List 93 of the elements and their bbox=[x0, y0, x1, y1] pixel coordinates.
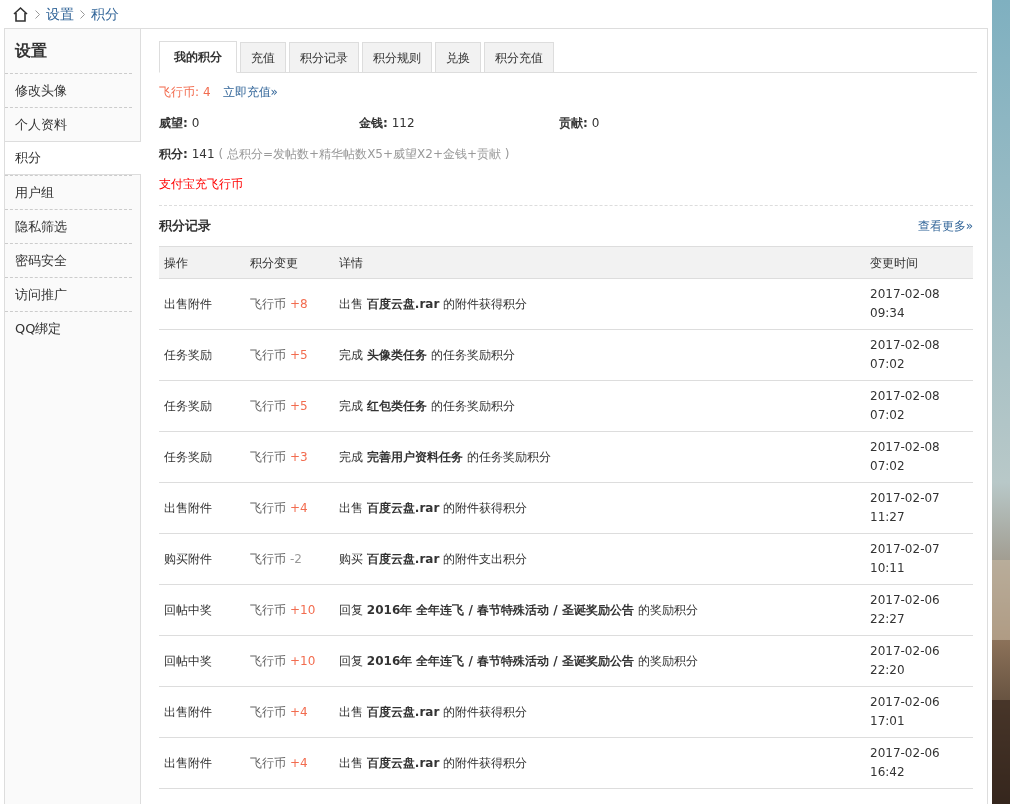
stat-text: 威望: 0 bbox=[159, 115, 201, 132]
tab[interactable]: 积分记录 bbox=[289, 42, 359, 72]
alipay-link[interactable]: 支付宝充飞行币 bbox=[159, 173, 243, 195]
tab[interactable]: 兑换 bbox=[435, 42, 481, 72]
currency-label: 飞行币 bbox=[250, 704, 286, 721]
tab[interactable]: 积分充值 bbox=[484, 42, 554, 72]
date-text: 2017-02-08 bbox=[870, 286, 941, 303]
chevron-icon bbox=[80, 9, 85, 19]
time-text: 07:02 bbox=[870, 458, 906, 475]
tab[interactable]: 积分规则 bbox=[362, 42, 432, 72]
detail-text: 出售 百度云盘.rar 的附件获得积分 bbox=[339, 755, 529, 772]
currency-label: 飞行币 bbox=[250, 347, 286, 364]
detail-text: 完成 头像类任务 的任务奖励积分 bbox=[339, 347, 516, 364]
time-text: 22:20 bbox=[870, 662, 906, 679]
chevron-icon bbox=[35, 9, 40, 19]
date-text: 2017-02-06 bbox=[870, 592, 941, 609]
detail-text: 购买 百度云盘.rar 的附件支出积分 bbox=[339, 551, 529, 568]
points-change: -2 bbox=[290, 551, 302, 568]
date-text: 2017-02-07 bbox=[870, 490, 941, 507]
points-change: +4 bbox=[290, 704, 308, 721]
total-points: 积分: 141 bbox=[159, 146, 215, 163]
points-change: +5 bbox=[290, 347, 308, 364]
time-text: 09:34 bbox=[870, 305, 906, 322]
time-text: 22:27 bbox=[870, 611, 906, 628]
breadcrumb-link[interactable]: 设置 bbox=[46, 3, 74, 25]
formula-text: ( 总积分=发帖数+精华帖数X5+威望X2+金钱+贡献 ) bbox=[218, 146, 510, 163]
points-change: +5 bbox=[290, 398, 308, 415]
coin-balance: 飞行币: 4 bbox=[159, 84, 211, 101]
column-header: 操作 bbox=[163, 254, 189, 272]
currency-label: 飞行币 bbox=[250, 755, 286, 772]
recharge-link[interactable]: 立即充值» bbox=[222, 83, 278, 101]
detail-text: 完成 红包类任务 的任务奖励积分 bbox=[339, 398, 516, 415]
table-cell-text: 任务奖励 bbox=[163, 347, 213, 364]
table-cell-text: 出售附件 bbox=[163, 704, 213, 721]
tab[interactable]: 充值 bbox=[240, 42, 286, 72]
table-cell-text: 出售附件 bbox=[163, 296, 213, 313]
sidebar-item[interactable]: 隐私筛选 bbox=[5, 209, 132, 243]
table-cell-text: 出售附件 bbox=[163, 755, 213, 772]
section-title: 积分记录 bbox=[159, 217, 211, 236]
detail-text: 回复 2016年 全年连飞 / 春节特殊活动 / 圣诞奖励公告 的奖励积分 bbox=[339, 653, 699, 670]
date-text: 2017-02-08 bbox=[870, 439, 941, 456]
view-more-link[interactable]: 查看更多» bbox=[917, 217, 973, 235]
table-cell-text: 购买附件 bbox=[163, 551, 213, 568]
currency-label: 飞行币 bbox=[250, 296, 286, 313]
date-text: 2017-02-07 bbox=[870, 541, 941, 558]
currency-label: 飞行币 bbox=[250, 398, 286, 415]
currency-label: 飞行币 bbox=[250, 500, 286, 517]
sidebar-item[interactable]: 密码安全 bbox=[5, 243, 132, 277]
table-cell-text: 出售附件 bbox=[163, 500, 213, 517]
tab[interactable]: 我的积分 bbox=[159, 41, 237, 73]
sidebar-item[interactable]: 用户组 bbox=[5, 175, 132, 209]
table-cell-text: 回帖中奖 bbox=[163, 602, 213, 619]
points-change: +8 bbox=[290, 296, 308, 313]
points-change: +10 bbox=[290, 602, 316, 619]
breadcrumb-link[interactable]: 积分 bbox=[91, 3, 119, 25]
detail-text: 出售 百度云盘.rar 的附件获得积分 bbox=[339, 296, 529, 313]
table-cell-text: 任务奖励 bbox=[163, 449, 213, 466]
currency-label: 飞行币 bbox=[250, 602, 286, 619]
date-text: 2017-02-06 bbox=[870, 694, 941, 711]
points-change: +4 bbox=[290, 500, 308, 517]
date-text: 2017-02-06 bbox=[870, 745, 941, 762]
detail-text: 出售 百度云盘.rar 的附件获得积分 bbox=[339, 704, 529, 721]
time-text: 16:42 bbox=[870, 764, 906, 781]
sidebar-title: 设置 bbox=[13, 40, 48, 62]
stat-text: 贡献: 0 bbox=[559, 115, 601, 132]
table-cell-text: 任务奖励 bbox=[163, 398, 213, 415]
home-icon[interactable] bbox=[12, 6, 29, 22]
time-text: 11:27 bbox=[870, 509, 906, 526]
detail-text: 回复 2016年 全年连飞 / 春节特殊活动 / 圣诞奖励公告 的奖励积分 bbox=[339, 602, 699, 619]
sidebar-item[interactable]: 修改头像 bbox=[5, 73, 132, 107]
currency-label: 飞行币 bbox=[250, 653, 286, 670]
currency-label: 飞行币 bbox=[250, 551, 286, 568]
points-change: +3 bbox=[290, 449, 308, 466]
column-header: 积分变更 bbox=[250, 254, 299, 272]
column-header: 详情 bbox=[339, 254, 364, 272]
detail-text: 完成 完善用户资料任务 的任务奖励积分 bbox=[339, 449, 552, 466]
points-change: +10 bbox=[290, 653, 316, 670]
time-text: 07:02 bbox=[870, 356, 906, 373]
sidebar-item[interactable]: 积分 bbox=[5, 141, 141, 175]
table-cell-text: 回帖中奖 bbox=[163, 653, 213, 670]
currency-label: 飞行币 bbox=[250, 449, 286, 466]
time-text: 10:11 bbox=[870, 560, 906, 577]
date-text: 2017-02-06 bbox=[870, 643, 941, 660]
date-text: 2017-02-08 bbox=[870, 337, 941, 354]
points-change: +4 bbox=[290, 755, 308, 772]
column-header: 变更时间 bbox=[870, 254, 919, 272]
detail-text: 出售 百度云盘.rar 的附件获得积分 bbox=[339, 500, 529, 517]
sidebar-item[interactable]: QQ绑定 bbox=[5, 311, 132, 345]
date-text: 2017-02-08 bbox=[870, 388, 941, 405]
time-text: 17:01 bbox=[870, 713, 906, 730]
sidebar-item[interactable]: 访问推广 bbox=[5, 277, 132, 311]
stat-text: 金钱: 112 bbox=[359, 115, 416, 132]
time-text: 07:02 bbox=[870, 407, 906, 424]
